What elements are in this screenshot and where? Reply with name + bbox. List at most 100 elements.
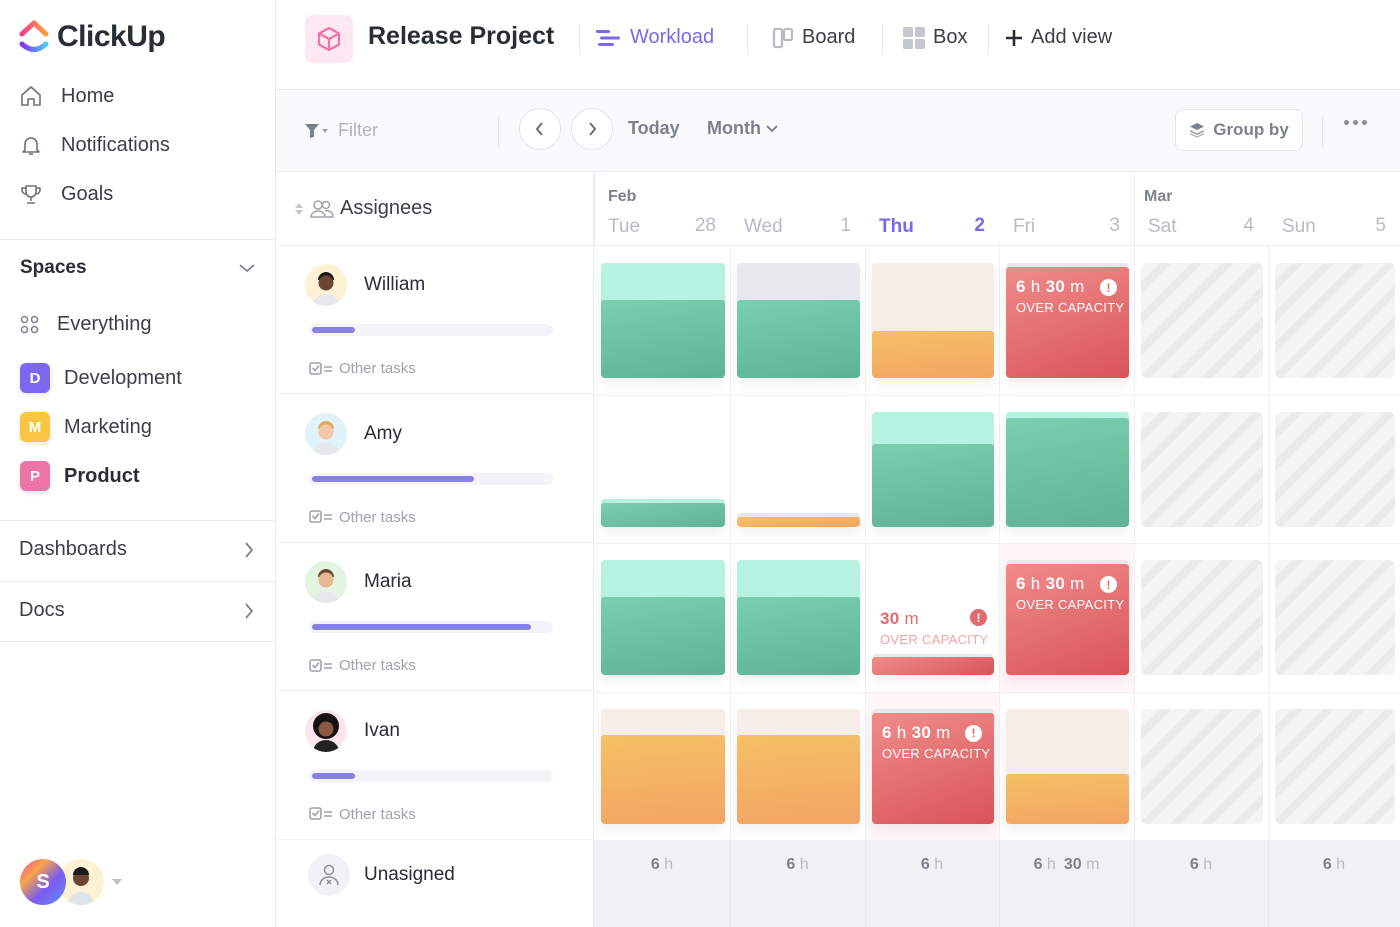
docs-link[interactable]: Docs: [19, 599, 255, 622]
space-badge: P: [20, 461, 50, 491]
workload-bar[interactable]: [872, 263, 994, 378]
tab-workload[interactable]: Workload: [596, 26, 714, 49]
workload-bar[interactable]: [737, 708, 860, 824]
prev-button[interactable]: [519, 108, 561, 150]
more-options-icon[interactable]: [1344, 120, 1367, 125]
workload-bar[interactable]: [737, 560, 860, 675]
other-tasks-link[interactable]: Other tasks: [309, 360, 416, 377]
nav-home[interactable]: Home: [19, 84, 114, 108]
space-development[interactable]: D Development: [20, 363, 182, 393]
day-number: 1: [840, 215, 851, 236]
assignee-name: Amy: [364, 422, 402, 444]
next-button[interactable]: [571, 108, 613, 150]
workload-bar[interactable]: [737, 263, 860, 378]
tab-board-label: Board: [802, 26, 856, 48]
nav-goals[interactable]: Goals: [19, 182, 113, 206]
chevron-right-icon: [589, 122, 597, 136]
warning-icon: !: [1100, 279, 1117, 296]
day-header[interactable]: Fri 3: [999, 172, 1134, 246]
header-separator: [747, 24, 748, 54]
header: Release Project Workload Board Box Add v…: [276, 0, 1400, 90]
capacity-minutes: 30: [1063, 856, 1082, 873]
day-header[interactable]: Thu 2: [865, 172, 999, 246]
home-icon: [21, 86, 41, 106]
assignee-row[interactable]: William Other tasks: [276, 246, 594, 394]
workload-bar[interactable]: [601, 498, 725, 527]
space-marketing[interactable]: M Marketing: [20, 412, 152, 442]
workload-bar[interactable]: [601, 560, 725, 675]
day-name: Fri: [1013, 216, 1036, 237]
chevron-right-icon: [245, 602, 254, 619]
workload-bar[interactable]: 6 h 30 m OVER CAPACITY!: [1006, 560, 1129, 675]
range-dropdown[interactable]: Month: [707, 118, 779, 139]
scheduled-hours-fill: [1006, 418, 1129, 527]
minutes-unit: m: [1065, 574, 1085, 593]
workload-bar[interactable]: [601, 708, 725, 824]
warning-icon: !: [1100, 576, 1117, 593]
over-capacity-label: OVER CAPACITY: [880, 632, 989, 647]
workload-bar[interactable]: [601, 263, 725, 378]
checklist-icon: [309, 510, 332, 523]
assignees-sort-header[interactable]: Assignees: [276, 172, 594, 246]
day-off-block: [1141, 411, 1263, 527]
day-header[interactable]: Wed 1: [730, 172, 865, 246]
capacity-progress-bar: [309, 621, 553, 633]
tab-board[interactable]: Board: [772, 26, 855, 49]
docs-label: Docs: [19, 599, 65, 621]
spaces-header[interactable]: Spaces: [20, 257, 256, 279]
assignee-row[interactable]: Maria Other tasks: [276, 543, 594, 691]
space-everything[interactable]: Everything: [20, 313, 152, 336]
bell-icon: [22, 137, 40, 155]
nav-home-label: Home: [61, 84, 115, 107]
workload-bar[interactable]: 6 h 30 m OVER CAPACITY!: [1006, 263, 1129, 378]
workload-bar[interactable]: [872, 411, 994, 527]
daily-capacity: 6 h: [730, 856, 865, 874]
group-by-button[interactable]: Group by: [1175, 109, 1303, 151]
workload-bar[interactable]: [872, 654, 994, 675]
day-header[interactable]: Sun 5: [1268, 172, 1400, 246]
scheduled-hours-fill: [737, 734, 860, 824]
add-view-button[interactable]: Add view: [1005, 26, 1112, 49]
user-menu[interactable]: S: [20, 859, 122, 905]
cube-icon: [317, 26, 341, 52]
filter-button[interactable]: Filter: [304, 120, 378, 141]
nav-notifications[interactable]: Notifications: [19, 133, 170, 157]
unassigned-avatar: [308, 854, 350, 896]
minutes-value: 30: [1045, 277, 1066, 296]
footer-divider: [999, 840, 1000, 927]
minutes-value: 30: [911, 722, 932, 742]
unassigned-row[interactable]: Unasigned: [276, 840, 594, 927]
calendar-left-border: [594, 172, 595, 246]
other-tasks-link[interactable]: Other tasks: [309, 806, 416, 823]
daily-capacity: 6 h: [865, 856, 999, 874]
workload-bar[interactable]: [1006, 708, 1129, 824]
day-name: Tue: [608, 216, 641, 237]
minutes-value: 30: [1045, 574, 1066, 593]
day-header[interactable]: Tue 28: [594, 172, 730, 246]
workload-bar[interactable]: [1006, 411, 1129, 527]
user-x-icon: [319, 864, 339, 886]
header-separator: [579, 24, 580, 54]
other-tasks-link[interactable]: Other tasks: [309, 509, 416, 526]
space-label: Product: [64, 464, 140, 487]
over-capacity-label: OVER CAPACITY: [1016, 597, 1125, 612]
other-tasks-link[interactable]: Other tasks: [309, 657, 416, 674]
other-tasks-label: Other tasks: [339, 360, 416, 377]
day-header[interactable]: Sat 4: [1134, 172, 1268, 246]
workload-bar[interactable]: 6 h 30 m OVER CAPACITY!: [872, 708, 994, 824]
day-name: Wed: [744, 216, 783, 237]
assignee-row[interactable]: Amy Other tasks: [276, 395, 594, 543]
dashboards-link[interactable]: Dashboards: [19, 538, 255, 561]
workload-bar[interactable]: [737, 512, 860, 527]
caret-down-icon[interactable]: [112, 879, 122, 885]
clickup-logo[interactable]: ClickUp: [19, 20, 166, 54]
today-button[interactable]: Today: [628, 118, 680, 139]
hours-value: 6: [1016, 277, 1026, 296]
scheduled-hours-fill: [601, 299, 725, 378]
assignee-row[interactable]: Ivan Other tasks: [276, 692, 594, 840]
space-product[interactable]: P Product: [20, 461, 140, 491]
hours-value: 6: [882, 722, 892, 742]
add-view-label: Add view: [1031, 26, 1113, 48]
chevron-down-icon[interactable]: [238, 262, 256, 274]
tab-box[interactable]: Box: [903, 26, 967, 49]
